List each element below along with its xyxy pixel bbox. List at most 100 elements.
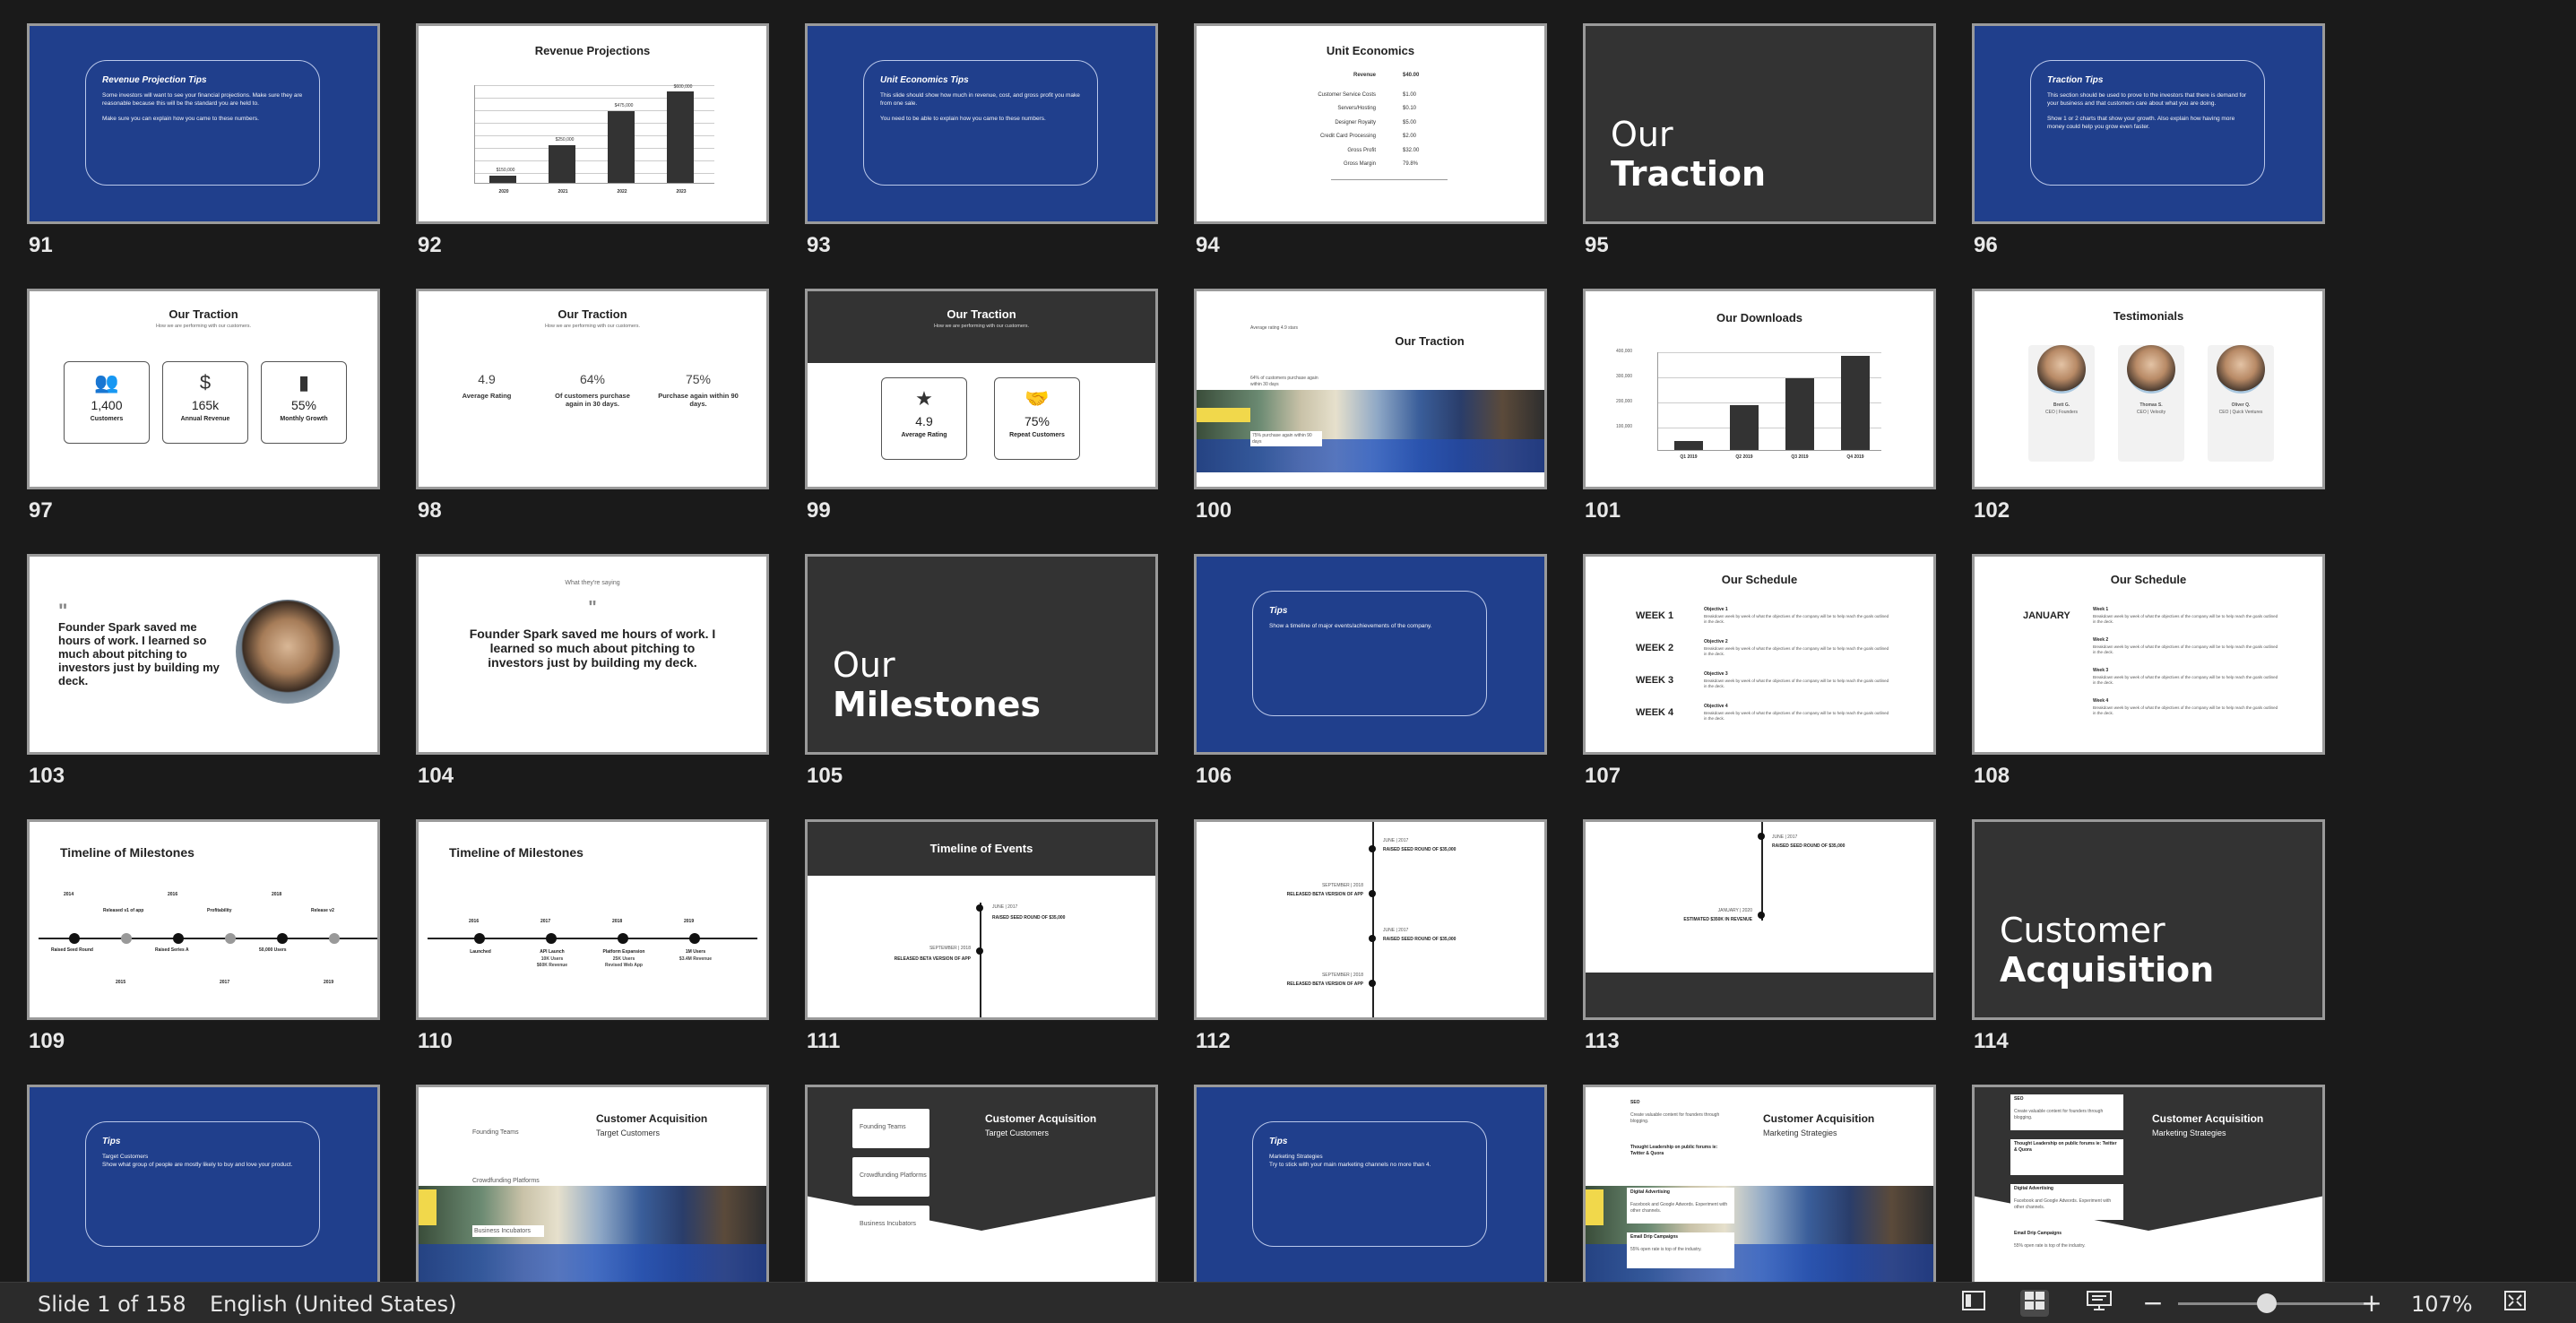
table-value: $32.00 xyxy=(1403,147,1420,153)
strategy-title: Digital Advertising xyxy=(1630,1189,1670,1195)
slide-thumbnail[interactable]: Tips Show a timeline of major events/achi… xyxy=(1194,554,1547,755)
zoom-slider-track[interactable] xyxy=(2178,1302,2375,1305)
accent-bar xyxy=(1586,1189,1604,1225)
section-title: Our Traction xyxy=(1611,115,1766,195)
slide-thumbnail[interactable]: Our Downloads Q1 2019 Q2 2019 Q3 2019 Q4 201… xyxy=(1583,289,1936,489)
slide-thumbnail[interactable]: Our Schedule JANUARY Week 1 Breakdown week … xyxy=(1972,554,2325,755)
target-item: Business Incubators xyxy=(472,1225,544,1238)
timeline-dot xyxy=(1758,833,1765,840)
slide-thumbnail[interactable]: Traction Tips This section should be used… xyxy=(1972,23,2325,224)
table-label: Servers/Hosting xyxy=(1337,106,1376,111)
slide-thumbnail[interactable]: Unit Economics Tips This slide should sho… xyxy=(805,23,1158,224)
slide-number: 101 xyxy=(1585,498,1621,523)
slide-cell: Our Traction How we are performing with o… xyxy=(805,289,1158,538)
accent-bar xyxy=(419,1189,437,1225)
slide-number: 109 xyxy=(29,1029,65,1053)
slide-cell: Tips Show a timeline of major events/achi… xyxy=(1194,554,1547,803)
slide-cell: Our Schedule WEEK 1 Objective 1 Breakdown w… xyxy=(1583,554,1936,803)
slide-thumbnail[interactable]: Timeline of Events JUNE | 2017 RAISED SEED… xyxy=(805,819,1158,1020)
slide-thumbnail[interactable]: Testimonials Brett G. CEO | Founders Thomas… xyxy=(1972,289,2325,489)
week-label: WEEK 4 xyxy=(1636,707,1674,718)
reading-view-icon[interactable] xyxy=(2085,1290,2114,1317)
event-date: JUNE | 2017 xyxy=(1772,834,1798,840)
slide-number: 105 xyxy=(807,764,843,788)
slide-thumbnail[interactable]: Customer Acquisition xyxy=(1972,819,2325,1020)
timeline-dot xyxy=(474,933,485,944)
section-title-line2: Traction xyxy=(1611,154,1767,195)
slide-number: 111 xyxy=(807,1029,841,1053)
metric-value: 55% xyxy=(290,398,317,412)
zoom-in-button[interactable]: + xyxy=(2357,1290,2386,1317)
strategy-title: Email Drip Campaigns xyxy=(1630,1234,1679,1240)
chart-bar xyxy=(1841,356,1870,450)
slide-thumbnail[interactable]: Revenue Projections $150,000 2020 $250,000 2… xyxy=(416,23,769,224)
slide-thumbnail[interactable]: Customer Acquisition Target Customers Foun… xyxy=(805,1085,1158,1282)
slide-thumbnail[interactable]: Our Traction xyxy=(1583,23,1936,224)
avatar xyxy=(2217,345,2265,393)
avatar-photo xyxy=(236,600,340,704)
x-tick-label: Q1 2019 xyxy=(1680,454,1698,460)
slide-number: 98 xyxy=(418,498,442,523)
zoom-out-button[interactable]: − xyxy=(2139,1290,2167,1317)
stat-value: 4.9 xyxy=(478,372,496,386)
slide-cell: Timeline of Milestones 2014 Raised Seed Ro… xyxy=(27,819,380,1068)
week-label: WEEK 3 xyxy=(1636,675,1674,686)
table-label: Credit Card Processing xyxy=(1319,134,1376,139)
target-item: Crowdfunding Platforms xyxy=(472,1178,540,1184)
slide-subtitle: How we are performing with our customers… xyxy=(933,324,1030,329)
slide-sorter[interactable]: Revenue Projection Tips Some investors wi… xyxy=(0,0,2576,1282)
quote-text: Founder Spark saved me hours of work. I … xyxy=(469,627,716,670)
slide-thumbnail[interactable]: Customer Acquisition Target Customers Foun… xyxy=(416,1085,769,1282)
zoom-slider-thumb[interactable] xyxy=(2257,1293,2277,1313)
slide-title: Unit Economics xyxy=(1326,44,1415,57)
month-label: JANUARY xyxy=(2023,610,2070,621)
table-divider xyxy=(1331,179,1448,180)
slide-thumbnail[interactable]: Our Schedule WEEK 1 Objective 1 Breakdown w… xyxy=(1583,554,1936,755)
slide-thumbnail[interactable]: Our Traction How we are performing with o… xyxy=(805,289,1158,489)
objective-desc: Breakdown week by week of what the objec… xyxy=(1704,679,1889,688)
slide-thumbnail[interactable]: Tips Marketing Strategies Try to stick wi… xyxy=(1194,1085,1547,1282)
metric-label: Monthly Growth xyxy=(280,416,328,422)
person-role: CEO | Quick Ventures xyxy=(2218,410,2263,415)
language-indicator[interactable]: English (United States) xyxy=(210,1292,457,1317)
slide-thumbnail[interactable]: Our Milestones xyxy=(805,554,1158,755)
slide-thumbnail[interactable]: Customer Acquisition Marketing Strategies… xyxy=(1972,1085,2325,1282)
timeline-dot xyxy=(689,933,700,944)
stat-label: Of customers purchase again in 30 days. xyxy=(555,392,630,408)
accent-bar xyxy=(1197,408,1250,422)
slide-sorter-icon[interactable] xyxy=(2020,1290,2049,1317)
slide-thumbnail[interactable]: Our Traction How we are performing with o… xyxy=(27,289,380,489)
week-desc: Breakdown week by week of what the objec… xyxy=(2093,644,2278,654)
table-value: $0.10 xyxy=(1403,106,1417,111)
slide-thumbnail[interactable]: Customer Acquisition Marketing Strategies… xyxy=(1583,1085,1936,1282)
slide-thumbnail[interactable]: " Founder Spark saved me hours of work. I… xyxy=(27,554,380,755)
chart-bar xyxy=(667,91,694,183)
table-value: $2.00 xyxy=(1403,134,1417,139)
slide-thumbnail[interactable]: Unit Economics Revenue $40.00 Customer Serv… xyxy=(1194,23,1547,224)
slide-number: 108 xyxy=(1974,764,2010,788)
slide-thumbnail[interactable]: Timeline of Milestones 2016 Launched 2017 AP… xyxy=(416,819,769,1020)
traction-note: 64% of customers purchase again within 3… xyxy=(1250,376,1318,387)
slide-title: Customer Acquisition xyxy=(985,1112,1097,1125)
slide-title: Our Traction xyxy=(1395,334,1465,348)
slide-thumbnail[interactable]: Our Traction Average rating 4.9 stars 64% … xyxy=(1194,289,1547,489)
slide-thumbnail[interactable]: What they're saying " Founder Spark saved … xyxy=(416,554,769,755)
milestone-year: 2017 xyxy=(540,919,551,924)
slide-thumbnail[interactable]: JUNE | 2017 RAISED SEED ROUND OF $35,000 S… xyxy=(1194,819,1547,1020)
y-tick-label: 300,000 xyxy=(1616,374,1633,379)
normal-view-icon[interactable] xyxy=(1959,1290,1988,1317)
fit-to-window-icon[interactable] xyxy=(2501,1290,2529,1317)
bar-chart: Q1 2019 Q2 2019 Q3 2019 Q4 2019 xyxy=(1657,352,1881,460)
slide-cell: JUNE | 2017 RAISED SEED ROUND OF $35,000 J… xyxy=(1583,819,1936,1068)
week-title: Week 3 xyxy=(2093,668,2109,673)
metric-box: ▮ 55% Monthly Growth xyxy=(261,361,347,444)
slide-thumbnail[interactable]: Our Traction How we are performing with o… xyxy=(416,289,769,489)
slide-cell: Unit Economics Tips This slide should sho… xyxy=(805,23,1158,272)
slide-thumbnail[interactable]: Timeline of Milestones 2014 Raised Seed Ro… xyxy=(27,819,380,1020)
slide-thumbnail[interactable]: JUNE | 2017 RAISED SEED ROUND OF $35,000 J… xyxy=(1583,819,1936,1020)
slide-number: 106 xyxy=(1196,764,1232,788)
slide-thumbnail[interactable]: Revenue Projection Tips Some investors wi… xyxy=(27,23,380,224)
slide-thumbnail[interactable]: Tips Target Customers Show what group of … xyxy=(27,1085,380,1282)
objective-title: Objective 4 xyxy=(1704,704,1728,709)
zoom-level[interactable]: 107% xyxy=(2411,1292,2473,1317)
